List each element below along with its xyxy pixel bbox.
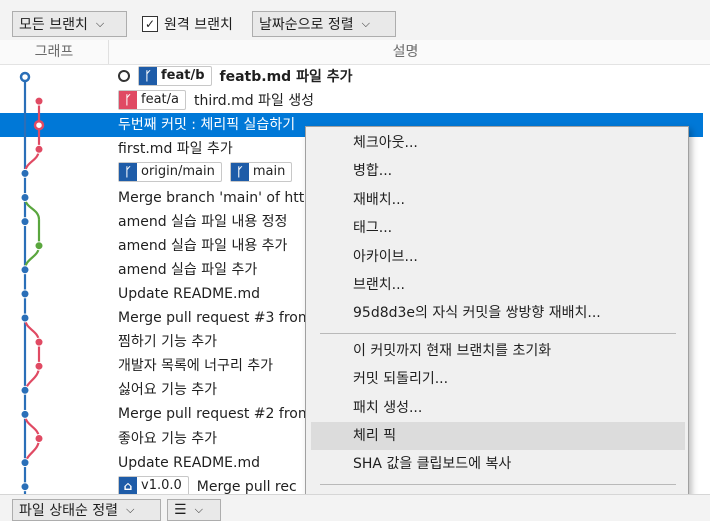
remote-branches-toggle[interactable]: ✓ 원격 브랜치 [142, 13, 233, 35]
branch-badge[interactable]: ᚴ origin/main [118, 162, 222, 183]
branch-icon: ᚴ [119, 163, 137, 182]
branch-badge[interactable]: ᚴ feat/b [138, 66, 212, 86]
ref-label: v1.0.0 [141, 477, 182, 493]
commit-description: amend 실습 파일 내용 정정 [118, 210, 287, 234]
commit-message: 두번째 커밋 : 체리픽 실습하기 [118, 117, 296, 134]
menu-separator [320, 483, 676, 485]
commit-description: Merge pull request #2 from [118, 402, 311, 426]
commit-description: Merge pull request #3 from [118, 306, 311, 330]
commit-description: Update README.md [118, 451, 260, 475]
date-column-edge [703, 65, 710, 495]
commit-message: Update README.md [118, 285, 260, 302]
menu-item[interactable]: 브랜치... [311, 271, 685, 299]
commit-message: Update README.md [118, 454, 260, 471]
ref-label: main [252, 164, 286, 180]
remote-branches-label: 원격 브랜치 [164, 17, 233, 33]
file-sort-label: 파일 상태순 정렬 [19, 503, 119, 519]
chevron-down-icon: ⌵ [361, 17, 370, 30]
branch-badge[interactable]: ᚴ feat/a [118, 90, 186, 111]
commit-description: Update README.md [118, 282, 260, 306]
sort-order-label: 날짜순으로 정렬 [259, 17, 354, 33]
commit-message: Merge pull request #3 from [118, 310, 312, 326]
description-column-header[interactable]: 설명 [108, 40, 703, 64]
commit-message: featb.md 파일 추가 [219, 69, 353, 85]
menu-item[interactable]: 체크아웃... [311, 129, 685, 157]
commit-message: amend 실습 파일 내용 추가 [118, 237, 288, 254]
sort-order-dropdown[interactable]: 날짜순으로 정렬 ⌵ [252, 11, 396, 37]
commit-description: ᚴ feat/b featb.md 파일 추가 [118, 65, 352, 89]
commit-message: third.md 파일 생성 [193, 93, 315, 110]
menu-item[interactable]: 체리 픽 [311, 422, 685, 450]
branch-filter-dropdown[interactable]: 모든 브랜치 ⌵ [12, 11, 127, 37]
ref-label: feat/b [161, 68, 205, 83]
bottom-bar: 파일 상태순 정렬 ⌵ ☰ ⌵ [0, 494, 710, 521]
menu-item[interactable]: 패치 생성... [311, 394, 685, 422]
commit-message: Merge branch 'main' of http [118, 189, 314, 206]
menu-item[interactable]: 병합... [311, 157, 685, 185]
view-mode-dropdown[interactable]: ☰ ⌵ [167, 499, 221, 521]
commit-message: amend 실습 파일 추가 [118, 261, 258, 278]
ref-label: origin/main [141, 164, 215, 180]
commit-message: 싫어요 기능 추가 [118, 382, 218, 399]
menu-item[interactable]: 재배치... [311, 186, 685, 214]
commit-description: ᚴ origin/main ᚴ main [118, 161, 300, 185]
chevron-down-icon: ⌵ [95, 17, 105, 30]
commit-message: amend 실습 파일 내용 정정 [118, 213, 288, 230]
commit-message: 좋아요 기능 추가 [118, 430, 218, 447]
context-menu: 체크아웃... 병합... 재배치... 태그... 아카이브... 브랜치... 95d8… [305, 126, 689, 510]
branch-icon: ᚴ [139, 67, 157, 85]
commit-description: 개발자 목록에 너구리 추가 [118, 354, 273, 378]
menu-item[interactable]: 아카이브... [311, 243, 685, 271]
branch-icon: ᚴ [230, 163, 249, 182]
menu-item[interactable]: 95d8d3e의 자식 커밋을 쌍방향 재배치... [311, 299, 685, 327]
menu-item[interactable]: 이 커밋까지 현재 브랜치를 초기화 [311, 337, 685, 365]
graph-column-header[interactable]: 그래프 [0, 40, 109, 64]
commit-description: ᚴ feat/a third.md 파일 생성 [118, 89, 314, 113]
column-header: 그래프 설명 [0, 40, 710, 65]
branch-icon: ᚴ [119, 91, 137, 110]
chevron-down-icon: ⌵ [126, 503, 135, 516]
list-icon: ☰ [174, 502, 187, 518]
branch-filter-label: 모든 브랜치 [19, 17, 88, 33]
commit-description: Merge branch 'main' of http [118, 186, 313, 210]
menu-item[interactable]: SHA 값을 클립보드에 복사 [311, 450, 685, 478]
file-sort-dropdown[interactable]: 파일 상태순 정렬 ⌵ [12, 499, 161, 521]
checkbox-icon[interactable]: ✓ [142, 16, 158, 32]
tag-icon: ⌂ [119, 476, 137, 495]
commit-description: first.md 파일 추가 [118, 137, 233, 161]
commit-description: 싫어요 기능 추가 [118, 378, 217, 402]
menu-item[interactable]: 태그... [311, 214, 685, 242]
commit-description: amend 실습 파일 추가 [118, 258, 257, 282]
commit-description: 찜하기 기능 추가 [118, 330, 217, 354]
menu-item[interactable]: 커밋 되돌리기... [311, 365, 685, 393]
commit-message: 개발자 목록에 너구리 추가 [118, 358, 274, 375]
toolbar: 모든 브랜치 ⌵ ✓ 원격 브랜치 날짜순으로 정렬 ⌵ [0, 0, 710, 41]
commit-message: Merge pull rec [196, 478, 297, 495]
commit-row[interactable]: ᚴfeat/athird.md 파일 생성2 [0, 89, 710, 113]
commit-description: 좋아요 기능 추가 [118, 427, 217, 451]
menu-separator [320, 332, 676, 334]
commit-message: Merge pull request #2 from [118, 406, 312, 423]
commit-message: first.md 파일 추가 [118, 141, 233, 158]
commit-description: ⌂ v1.0.0 Merge pull rec [118, 475, 297, 495]
head-marker-icon [118, 70, 130, 82]
ref-label: feat/a [141, 92, 179, 108]
commit-message: 찜하기 기능 추가 [118, 334, 218, 351]
commit-description: amend 실습 파일 내용 추가 [118, 234, 287, 258]
tag-badge[interactable]: ⌂ v1.0.0 [118, 475, 189, 495]
commit-row[interactable]: ᚴfeat/bfeatb.md 파일 추가2 [0, 65, 710, 89]
commit-description: 두번째 커밋 : 체리픽 실습하기 [118, 113, 295, 137]
chevron-down-icon: ⌵ [194, 503, 203, 516]
branch-badge[interactable]: ᚴ main [229, 162, 293, 183]
